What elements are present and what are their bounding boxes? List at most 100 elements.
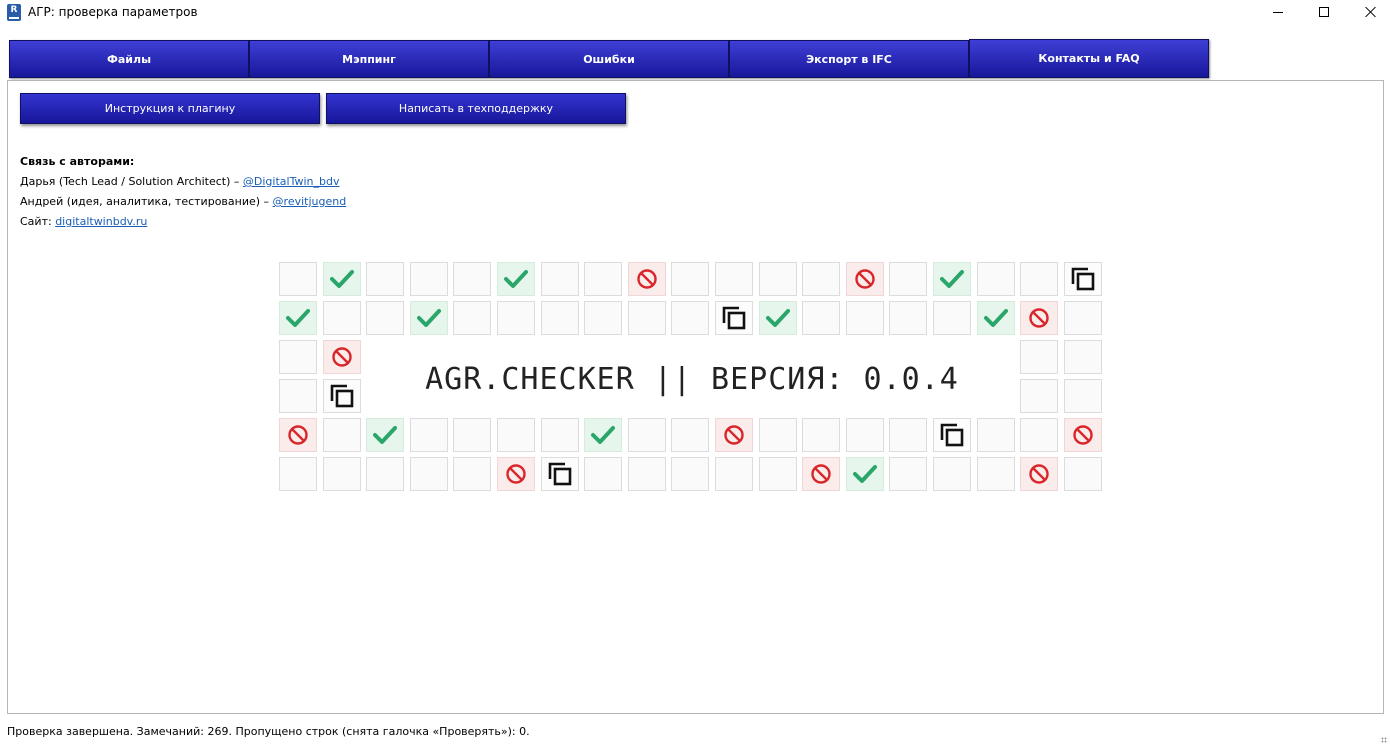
- grid-cell: [628, 418, 666, 452]
- grid-cell: [1064, 301, 1102, 335]
- grid-cell: [366, 457, 404, 491]
- grid-cell: [1020, 262, 1058, 296]
- tab-files[interactable]: Файлы: [9, 40, 249, 78]
- grid-cell: [323, 457, 361, 491]
- grid-cell: [1020, 379, 1058, 413]
- author-andrey-link[interactable]: @revitjugend: [273, 195, 347, 208]
- grid-cell: [759, 457, 797, 491]
- grid-cell: [453, 262, 491, 296]
- site-link[interactable]: digitaltwinbdv.ru: [55, 215, 147, 228]
- grid-cell: [846, 262, 884, 296]
- grid-cell: [279, 418, 317, 452]
- grid-cell: [497, 418, 535, 452]
- grid-cell: [1020, 340, 1058, 374]
- author-line-daria: Дарья (Tech Lead / Solution Architect) –…: [20, 175, 339, 189]
- grid-cell: [323, 262, 361, 296]
- grid-cell: [759, 301, 797, 335]
- grid-cell: [453, 418, 491, 452]
- grid-cell: [453, 457, 491, 491]
- prohibited-icon: [1028, 463, 1050, 485]
- grid-cell: [802, 262, 840, 296]
- grid-cell: [366, 418, 404, 452]
- author-line-andrey: Андрей (идея, аналитика, тестирование) –…: [20, 195, 346, 209]
- maximize-icon[interactable]: [1301, 0, 1347, 26]
- author-daria-link[interactable]: @DigitalTwin_bdv: [243, 175, 340, 188]
- grid-cell: [889, 262, 927, 296]
- grid-cell: [323, 379, 361, 413]
- grid-cell: [846, 418, 884, 452]
- checkmark-icon: [286, 308, 310, 328]
- resize-grip-icon[interactable]: [1381, 737, 1387, 743]
- prohibited-icon: [723, 424, 745, 446]
- checkmark-icon: [940, 269, 964, 289]
- grid-cell: [279, 301, 317, 335]
- grid-cell: [410, 262, 448, 296]
- grid-cell: [410, 457, 448, 491]
- grid-cell: [1020, 418, 1058, 452]
- authors-heading: Связь с авторами:: [20, 155, 135, 168]
- tab-errors[interactable]: Ошибки: [489, 40, 729, 78]
- grid-cell: [541, 418, 579, 452]
- grid-cell: [889, 418, 927, 452]
- prohibited-icon: [810, 463, 832, 485]
- copy-icon: [721, 305, 747, 331]
- close-icon[interactable]: [1347, 0, 1390, 26]
- grid-cell: [1064, 457, 1102, 491]
- contact-support-button[interactable]: Написать в техподдержку: [326, 93, 626, 124]
- grid-cell: [279, 379, 317, 413]
- checkmark-icon: [330, 269, 354, 289]
- grid-cell: [541, 262, 579, 296]
- grid-cell: [933, 262, 971, 296]
- checkmark-icon: [984, 308, 1008, 328]
- checkmark-icon: [417, 308, 441, 328]
- grid-cell: [1020, 457, 1058, 491]
- grid-cell: [584, 301, 622, 335]
- grid-cell: [541, 457, 579, 491]
- grid-cell: [977, 418, 1015, 452]
- grid-cell: [323, 301, 361, 335]
- version-banner: AGR.CHECKER || ВЕРСИЯ: 0.0.4: [366, 344, 1018, 414]
- minimize-icon[interactable]: [1255, 0, 1301, 26]
- title-bar: R АГР: проверка параметров: [0, 0, 1390, 26]
- copy-icon: [939, 422, 965, 448]
- grid-cell: [497, 301, 535, 335]
- grid-cell: [977, 301, 1015, 335]
- grid-cell: [1064, 262, 1102, 296]
- author-andrey-label: Андрей (идея, аналитика, тестирование) –: [20, 195, 273, 208]
- grid-cell: [759, 262, 797, 296]
- grid-cell: [889, 457, 927, 491]
- tab-contacts-faq[interactable]: Контакты и FAQ: [969, 39, 1209, 78]
- grid-cell: [933, 457, 971, 491]
- grid-cell: [802, 418, 840, 452]
- grid-cell: [628, 457, 666, 491]
- grid-cell: [410, 301, 448, 335]
- checkmark-icon: [591, 425, 615, 445]
- site-label: Сайт:: [20, 215, 56, 228]
- grid-cell: [279, 262, 317, 296]
- grid-cell: [759, 418, 797, 452]
- grid-cell: [366, 301, 404, 335]
- checkmark-icon: [373, 425, 397, 445]
- revit-icon: R: [7, 4, 21, 21]
- grid-cell: [279, 340, 317, 374]
- grid-cell: [1020, 301, 1058, 335]
- grid-cell: [846, 301, 884, 335]
- grid-cell: [628, 301, 666, 335]
- grid-cell: [1064, 379, 1102, 413]
- grid-cell: [584, 457, 622, 491]
- grid-cell: [584, 262, 622, 296]
- prohibited-icon: [287, 424, 309, 446]
- checkmark-icon: [853, 464, 877, 484]
- grid-cell: [279, 457, 317, 491]
- copy-icon: [329, 383, 355, 409]
- grid-cell: [715, 301, 753, 335]
- grid-cell: [323, 340, 361, 374]
- grid-cell: [715, 457, 753, 491]
- prohibited-icon: [505, 463, 527, 485]
- plugin-instruction-button[interactable]: Инструкция к плагину: [20, 93, 320, 124]
- grid-cell: [1064, 340, 1102, 374]
- grid-cell: [1064, 418, 1102, 452]
- grid-cell: [410, 418, 448, 452]
- tab-mapping[interactable]: Мэппинг: [249, 40, 489, 78]
- tab-export-ifc[interactable]: Экспорт в IFC: [729, 40, 969, 78]
